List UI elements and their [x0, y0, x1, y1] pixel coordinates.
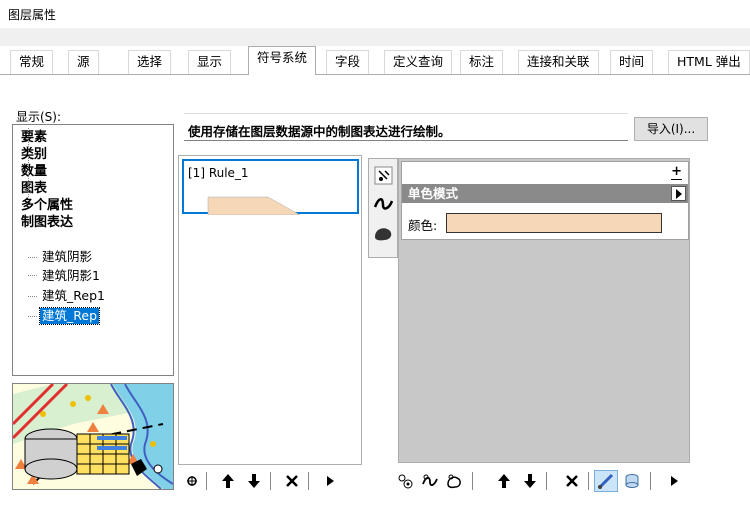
tab-display[interactable]: 显示	[188, 50, 232, 74]
tab-general[interactable]: 常规	[10, 50, 54, 74]
category-features[interactable]: 要素	[21, 129, 47, 146]
move-down-icon[interactable]	[520, 470, 540, 492]
delete-icon[interactable]	[562, 470, 582, 492]
category-charts[interactable]: 图表	[21, 180, 47, 197]
category-categories[interactable]: 类别	[21, 146, 47, 163]
description-bar: 使用存储在图层数据源中的制图表达进行绘制。	[184, 113, 628, 141]
header-strip	[0, 28, 750, 46]
window-title: 图层属性	[8, 8, 57, 22]
color-label: 颜色:	[408, 218, 438, 233]
category-representations[interactable]: 制图表达	[21, 214, 73, 231]
toolbar-separator	[270, 472, 271, 490]
rule-card[interactable]: [1] Rule_1	[182, 159, 359, 215]
tree-connector	[28, 128, 29, 197]
delete-icon[interactable]	[282, 470, 302, 492]
symbol-properties-panel: + 单色模式 颜色:	[398, 158, 690, 463]
toolbar-separator	[472, 472, 473, 490]
preview-image	[12, 383, 174, 490]
representation-item[interactable]: 建筑阴影	[40, 249, 94, 265]
mode-title: 单色模式	[408, 186, 459, 201]
category-multiple-attributes[interactable]: 多个属性	[21, 197, 73, 214]
tab-joins-relates[interactable]: 连接和关联	[518, 50, 599, 74]
import-button[interactable]: 导入(I)...	[634, 117, 708, 141]
map-preview-graphic	[13, 384, 173, 489]
tab-labels[interactable]: 标注	[460, 50, 504, 74]
category-quantities[interactable]: 数量	[21, 163, 47, 180]
tab-underline	[0, 74, 750, 75]
mode-expand-icon[interactable]	[671, 186, 686, 201]
tree-branch	[28, 296, 37, 297]
toolbar-separator	[650, 472, 651, 490]
toolbar-separator	[588, 472, 589, 490]
brush-icon[interactable]	[594, 470, 618, 492]
stroke-layer-icon[interactable]	[371, 191, 396, 216]
symbol-layer-editor: + 单色模式 颜色:	[401, 161, 689, 240]
toolbar-separator	[308, 472, 309, 490]
tab-source[interactable]: 源	[68, 50, 99, 74]
representation-item-selected[interactable]: 建筑_Rep	[39, 307, 100, 325]
rule-name: [1] Rule_1	[188, 166, 249, 180]
toolbar-separator	[206, 472, 207, 490]
tree-branch	[28, 257, 37, 258]
tab-definition-query[interactable]: 定义查询	[384, 50, 453, 74]
fill-layer-icon[interactable]	[371, 221, 396, 246]
rule-preview-icon	[207, 196, 301, 215]
mode-header: 单色模式	[402, 184, 688, 203]
marker-layer-icon[interactable]	[371, 163, 396, 188]
move-up-icon[interactable]	[494, 470, 514, 492]
move-down-icon[interactable]	[244, 470, 264, 492]
tab-fields[interactable]: 字段	[326, 50, 370, 74]
show-label: 显示(S):	[16, 110, 62, 124]
rules-panel[interactable]: [1] Rule_1	[178, 155, 362, 465]
tree-branch	[28, 316, 37, 317]
add-fill-layer-icon[interactable]	[444, 470, 464, 492]
tab-html-popup[interactable]: HTML 弹出	[668, 50, 750, 74]
tab-selection[interactable]: 选择	[128, 50, 172, 74]
add-property-button[interactable]: +	[671, 165, 682, 180]
description-text: 使用存储在图层数据源中的制图表达进行绘制。	[188, 124, 451, 139]
color-swatch[interactable]	[446, 213, 662, 233]
title-bar: 图层属性	[0, 0, 750, 28]
layer-type-toolbar	[368, 158, 398, 258]
tab-bar: 常规 源 选择 显示 符号系统 字段 定义查询 标注 连接和关联 时间 HTML…	[10, 46, 750, 75]
representation-item[interactable]: 建筑_Rep1	[40, 288, 107, 304]
move-up-icon[interactable]	[218, 470, 238, 492]
tree-branch	[28, 275, 37, 276]
toolbar-separator	[546, 472, 547, 490]
add-marker-layer-icon[interactable]	[396, 470, 416, 492]
add-stroke-layer-icon[interactable]	[420, 470, 440, 492]
more-icon[interactable]	[664, 470, 684, 492]
tab-time[interactable]: 时间	[610, 50, 654, 74]
representation-item[interactable]: 建筑阴影1	[40, 268, 102, 284]
tab-symbology[interactable]: 符号系统	[248, 46, 317, 75]
add-rule-icon[interactable]	[182, 470, 202, 492]
more-icon[interactable]	[320, 470, 340, 492]
cylinder-icon[interactable]	[622, 470, 642, 492]
